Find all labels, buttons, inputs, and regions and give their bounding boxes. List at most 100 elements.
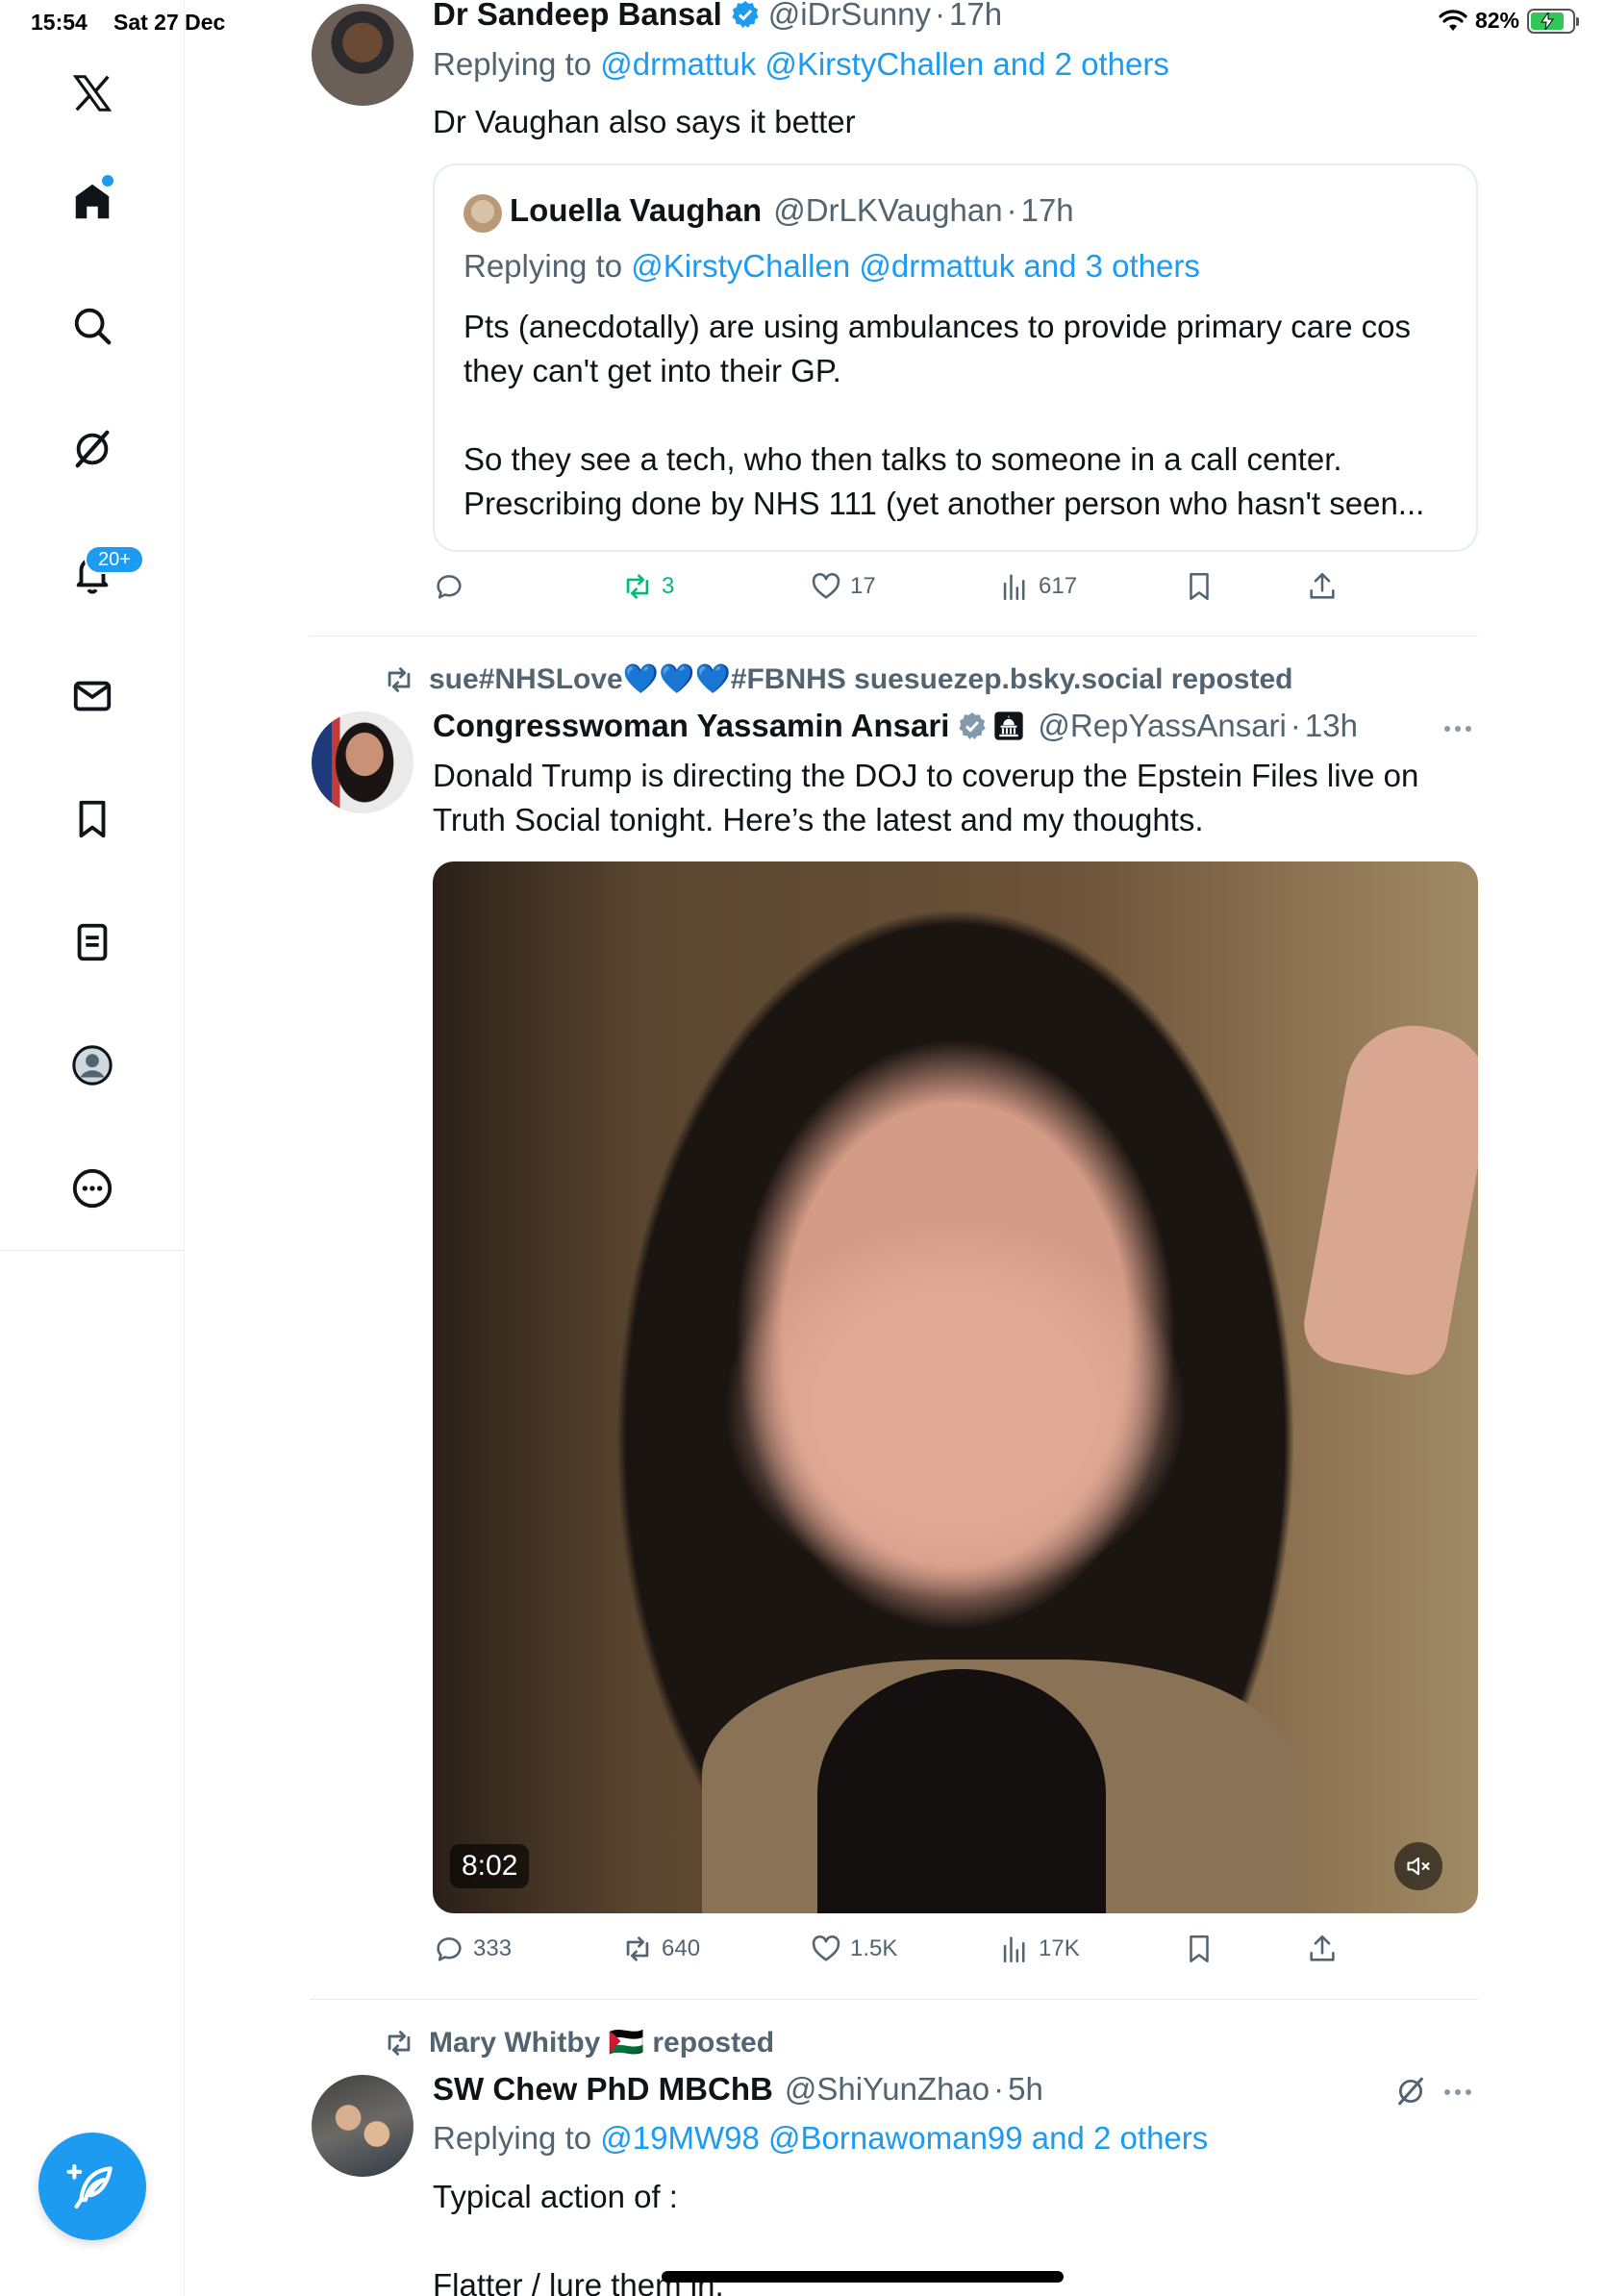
share-button[interactable] <box>1306 1933 1339 1965</box>
home-indicator[interactable] <box>662 2271 1064 2283</box>
notifications-badge: 20+ <box>85 545 144 574</box>
bookmark-icon <box>1190 1934 1209 1963</box>
repost-button[interactable]: 640 <box>621 1933 700 1965</box>
replying-to: Replying to @19MW98 @Bornawoman99 and 2 … <box>433 2120 1209 2156</box>
quoted-tweet-card[interactable]: Louella Vaughan @DrLKVaughan · 17h Reply… <box>433 163 1478 552</box>
quoted-tweet-text: Pts (anecdotally) are using ambulances t… <box>464 309 1425 521</box>
tweet-more-icon[interactable] <box>1444 2089 1471 2095</box>
bookmark-button[interactable] <box>1183 1933 1216 1965</box>
share-button[interactable] <box>1306 570 1339 603</box>
author-name[interactable]: Congresswoman Yassamin Ansari <box>433 708 949 744</box>
author-handle[interactable]: @iDrSunny <box>768 0 931 33</box>
reply-button[interactable]: 333 <box>433 1933 512 1965</box>
home-unread-dot <box>102 175 113 187</box>
like-count: 17 <box>850 573 876 599</box>
quoted-author-avatar <box>464 194 502 233</box>
wifi-icon <box>1439 9 1467 31</box>
grok-icon[interactable] <box>1394 2075 1427 2108</box>
quoted-author-name: Louella Vaughan <box>510 192 763 228</box>
profile-avatar-icon[interactable] <box>54 1027 131 1104</box>
compose-post-button[interactable] <box>38 2133 146 2240</box>
tweet-time[interactable]: 17h <box>949 0 1002 33</box>
more-options-icon[interactable] <box>54 1150 131 1227</box>
left-nav: 20+ <box>0 0 185 2296</box>
share-icon <box>1310 572 1335 599</box>
bookmarks-icon[interactable] <box>54 781 131 858</box>
tweet-more-icon[interactable] <box>1444 726 1471 732</box>
view-count: 617 <box>1039 573 1078 599</box>
share-icon <box>1310 1934 1335 1961</box>
quoted-replying-to: Replying to @KirstyChallen @drmattuk and… <box>464 248 1200 284</box>
views-button[interactable]: 17K <box>998 1933 1080 1965</box>
reply-icon <box>437 575 462 599</box>
author-handle[interactable]: @ShiYunZhao <box>785 2071 990 2108</box>
avatar[interactable] <box>312 4 414 106</box>
view-count: 17K <box>1039 1935 1080 1961</box>
reply-icon <box>437 1937 462 1961</box>
bookmark-icon <box>1190 572 1209 601</box>
capitol-affiliate-icon <box>994 711 1024 740</box>
avatar[interactable] <box>312 711 414 813</box>
repost-count: 3 <box>662 573 675 599</box>
replying-to-link[interactable]: @drmattuk @KirstyChallen and 2 others <box>600 46 1169 82</box>
home-icon[interactable] <box>54 163 131 240</box>
grok-icon[interactable] <box>54 411 131 487</box>
speaker-muted-icon <box>1407 1857 1430 1876</box>
repost-context: Mary Whitby 🇵🇸 reposted <box>383 2026 774 2059</box>
repost-button[interactable]: 3 <box>621 570 674 603</box>
nav-divider <box>0 1250 185 1251</box>
verified-badge-icon <box>732 1 759 28</box>
compose-feather-icon <box>66 2163 113 2209</box>
battery-percent: 82% <box>1474 8 1519 33</box>
views-chart-icon <box>1003 574 1025 601</box>
author-handle[interactable]: @RepYassAnsari <box>1038 708 1287 744</box>
views-chart-icon <box>1003 1936 1025 1963</box>
tweet-header: Congresswoman Yassamin Ansari @RepYassAn… <box>433 708 1358 744</box>
replying-to: Replying to @drmattuk @KirstyChallen and… <box>433 46 1169 82</box>
tweet-time[interactable]: 13h <box>1305 708 1358 744</box>
like-count: 1.5K <box>850 1935 898 1961</box>
repost-icon <box>626 574 649 599</box>
reply-button[interactable] <box>433 570 473 603</box>
heart-icon <box>812 1935 840 1961</box>
video-duration: 8:02 <box>450 1844 530 1888</box>
like-button[interactable]: 1.5K <box>810 1933 897 1965</box>
tweet-actions: 3 17 617 <box>433 570 1356 609</box>
quoted-tweet-header: Louella Vaughan @DrLKVaughan · 17h <box>510 192 1074 228</box>
messages-icon[interactable] <box>54 658 131 735</box>
reposted-by-label[interactable]: sue#NHSLove💙💙💙#FBNHS suesuezep.bsky.soci… <box>429 662 1292 696</box>
reply-count: 333 <box>473 1935 513 1961</box>
x-logo-icon[interactable] <box>54 55 131 132</box>
repost-count: 640 <box>662 1935 701 1961</box>
repost-context: sue#NHSLove💙💙💙#FBNHS suesuezep.bsky.soci… <box>383 662 1292 696</box>
tweet-text: Dr Vaughan also says it better <box>433 104 856 139</box>
views-button[interactable]: 617 <box>998 570 1077 603</box>
tweet-time[interactable]: 5h <box>1008 2071 1043 2108</box>
mute-button[interactable] <box>1394 1842 1442 1890</box>
video-player[interactable]: 8:02 <box>433 861 1478 1913</box>
replying-to-link[interactable]: @19MW98 @Bornawoman99 and 2 others <box>600 2120 1208 2156</box>
like-button[interactable]: 17 <box>810 570 876 603</box>
tweet-header: SW Chew PhD MBChB @ShiYunZhao · 5h <box>433 2071 1043 2108</box>
quoted-author-handle: @DrLKVaughan <box>773 192 1003 228</box>
battery-icon <box>1527 8 1579 34</box>
quoted-tweet-time: 17h <box>1020 192 1074 228</box>
reposted-by-label[interactable]: Mary Whitby 🇵🇸 reposted <box>429 2026 774 2059</box>
lists-icon[interactable] <box>54 904 131 981</box>
bookmark-button[interactable] <box>1183 570 1216 603</box>
tweet-header: Dr Sandeep Bansal @iDrSunny · 17h <box>433 0 1002 33</box>
tweet-text: Donald Trump is directing the DOJ to cov… <box>433 758 1427 837</box>
search-icon[interactable] <box>54 287 131 364</box>
avatar[interactable] <box>312 2075 414 2177</box>
heart-icon <box>812 573 840 599</box>
repost-small-icon <box>388 2030 411 2056</box>
author-name[interactable]: SW Chew PhD MBChB <box>433 2071 773 2108</box>
tweet-separator <box>310 1999 1478 2000</box>
government-verified-badge-icon <box>959 712 987 739</box>
author-name[interactable]: Dr Sandeep Bansal <box>433 0 722 33</box>
repost-small-icon <box>388 666 411 692</box>
status-indicators: 82% <box>1439 8 1579 34</box>
repost-icon <box>626 1936 649 1961</box>
tweet-actions: 333 640 1.5K 17K <box>433 1933 1356 1971</box>
quoted-replying-to-link[interactable]: @KirstyChallen @drmattuk and 3 others <box>631 248 1200 284</box>
